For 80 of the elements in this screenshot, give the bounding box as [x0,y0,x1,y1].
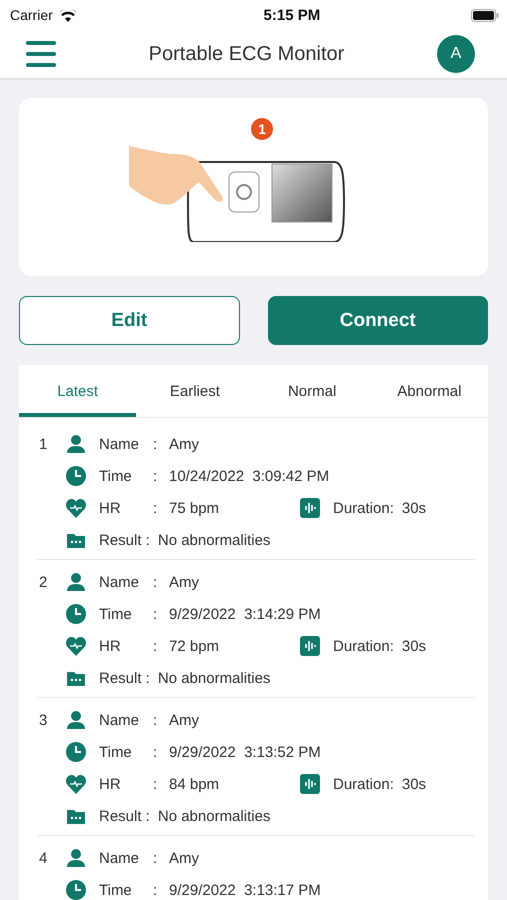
field-label: Result : [99,808,150,824]
field-separator: : [153,574,158,590]
record-item[interactable]: 2 Name : Amy Time : 9/29/2022 3:14:29 PM HR : 72 bpm Duration: 30s Result : No abnormalities [37,560,475,698]
filter-tab[interactable]: Abnormal [370,365,488,417]
field-label: HR [99,500,122,516]
person-icon [65,433,87,455]
record-number: 2 [38,574,48,590]
field-value: 72 bpm [169,638,220,654]
field-value: 75 bpm [169,500,220,516]
field-label: Time [99,882,133,898]
clock-icon [65,465,87,487]
field-label: Name [99,574,140,590]
field-separator: : [153,638,158,654]
field-label: Duration: [333,776,394,792]
field-separator: : [153,436,158,452]
record-number: 3 [38,712,48,728]
clock-icon [65,603,87,625]
field-label: Time [99,606,133,622]
field-separator: : [153,850,158,866]
field-value: 9/29/2022 3:13:52 PM [169,744,321,760]
field-value: 10/24/2022 3:09:42 PM [169,468,330,484]
field-value: Amy [169,850,199,866]
field-separator: : [153,882,158,898]
record-number: 1 [38,436,48,452]
field-separator: : [153,606,158,622]
app-title: Portable ECG Monitor [148,42,344,66]
field-label: Name [99,712,140,728]
field-separator: : [153,468,158,484]
step-badge: 1 [251,118,273,140]
field-label: Time [99,468,133,484]
field-label: Time [99,744,133,760]
field-label: HR [99,776,122,792]
person-icon [65,571,87,593]
filter-tab[interactable]: Normal [254,365,371,417]
field-value: No abnormalities [158,670,270,686]
clock-icon [65,741,87,763]
field-value: No abnormalities [158,532,270,548]
carrier-label: Carrier [10,7,53,23]
status-time: 5:15 PM [264,6,320,24]
heart-pulse-icon [65,497,87,519]
battery-icon [470,8,499,22]
field-value: No abnormalities [158,808,270,824]
field-value: 84 bpm [169,776,220,792]
waveform-icon [299,497,321,519]
connect-button[interactable]: Connect [268,296,488,345]
field-label: Name [99,850,140,866]
waveform-icon [299,773,321,795]
filter-tab[interactable]: Earliest [136,365,254,417]
field-value: 30s [402,638,426,654]
field-separator: : [153,776,158,792]
record-number: 4 [38,850,48,866]
field-value: Amy [169,574,199,590]
field-label: Result : [99,670,150,686]
field-separator: : [153,744,158,760]
heart-pulse-icon [65,773,87,795]
record-item[interactable]: 4 Name : Amy Time : 9/29/2022 3:13:17 PM [37,836,475,900]
field-label: Result : [99,532,150,548]
field-separator: : [153,712,158,728]
field-label: Duration: [333,500,394,516]
field-label: HR [99,638,122,654]
record-item[interactable]: 3 Name : Amy Time : 9/29/2022 3:13:52 PM HR : 84 bpm Duration: 30s Result : No abnormalities [37,698,475,836]
field-value: 30s [402,776,426,792]
field-value: Amy [169,712,199,728]
field-value: 9/29/2022 3:14:29 PM [169,606,321,622]
record-item[interactable]: 1 Name : Amy Time : 10/24/2022 3:09:42 PM HR : 75 bpm Duration: 30s Result : No abnormalities [37,422,475,560]
user-avatar[interactable]: A [436,35,475,73]
person-icon [65,709,87,731]
wifi-icon [58,8,77,22]
person-icon [65,847,87,869]
menu-icon[interactable] [26,41,56,67]
field-value: 30s [402,500,426,516]
field-value: Amy [169,436,199,452]
filter-tab[interactable]: Latest [19,365,136,417]
waveform-icon [299,635,321,657]
field-separator: : [153,500,158,516]
field-label: Duration: [333,638,394,654]
heart-pulse-icon [65,635,87,657]
field-label: Name [99,436,140,452]
edit-button[interactable]: Edit [19,296,240,345]
field-value: 9/29/2022 3:13:17 PM [169,882,321,898]
